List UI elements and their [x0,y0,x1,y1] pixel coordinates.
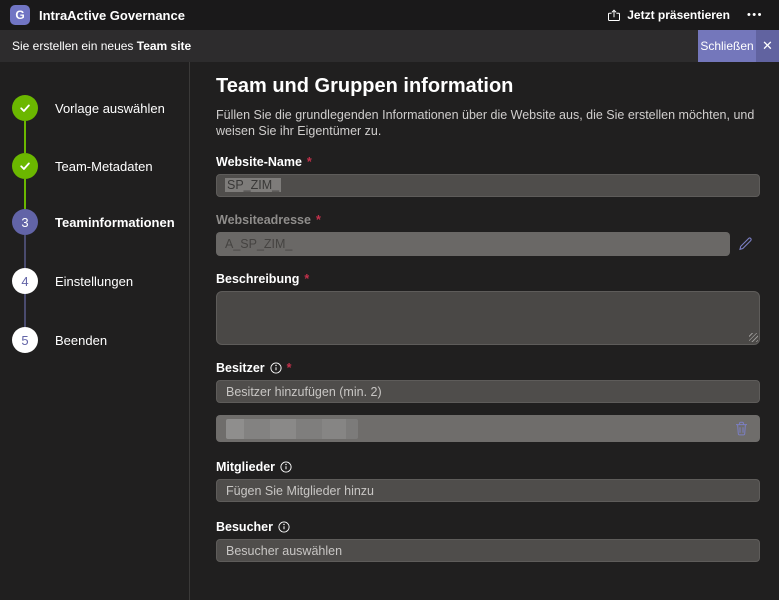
label-text: Mitglieder [216,460,275,474]
description-label: Beschreibung * [216,271,760,286]
creation-status-text: Sie erstellen ein neues Team site [0,39,191,53]
step-team-metadaten[interactable]: Team-Metadaten [0,153,153,179]
app-title: IntraActive Governance [39,8,185,23]
checkmark-icon [18,101,32,115]
info-icon [270,362,282,374]
visitors-label: Besucher [216,519,760,534]
present-label: Jetzt präsentieren [627,8,730,22]
step-number-circle: 5 [12,327,38,353]
step-label: Team-Metadaten [55,159,153,174]
wizard-steps-panel: Vorlage auswählen Team-Metadaten 3 Teami… [0,62,190,600]
step-beenden[interactable]: 5 Beenden [0,327,107,353]
step-connector [24,235,26,268]
app-logo-icon: G [10,5,30,25]
step-label: Einstellungen [55,274,133,289]
page-subtitle: Füllen Sie die grundlegenden Information… [216,108,760,139]
present-button[interactable]: Jetzt präsentieren [607,8,730,22]
required-asterisk: * [316,213,321,227]
required-asterisk: * [307,155,312,169]
field-members: Mitglieder [216,459,760,502]
label-text: Websiteadresse [216,213,311,227]
team-info-form: Team und Gruppen information Füllen Sie … [190,62,779,600]
page-title: Team und Gruppen information [216,75,760,97]
step-vorlage-auswaehlen[interactable]: Vorlage auswählen [0,95,165,121]
website-address-row [216,227,760,256]
label-text: Besitzer [216,361,265,375]
members-label: Mitglieder [216,459,760,474]
step-label: Teaminformationen [55,215,175,230]
visitors-input[interactable] [216,539,760,562]
edit-address-button[interactable] [730,232,760,256]
label-text: Beschreibung [216,272,299,286]
trash-icon [735,421,748,436]
info-icon [280,461,292,473]
main-area: Vorlage auswählen Team-Metadaten 3 Teami… [0,62,779,600]
info-icon [278,521,290,533]
step-label: Beenden [55,333,107,348]
step-done-circle [12,153,38,179]
owner-list-item [216,415,760,442]
website-address-input [216,232,730,256]
step-teaminformationen[interactable]: 3 Teaminformationen [0,209,175,235]
members-input[interactable] [216,479,760,502]
description-textarea[interactable] [216,291,760,345]
tab-header-bar: Sie erstellen ein neues Team site Schlie… [0,30,779,62]
app-window: G IntraActive Governance Jetzt präsentie… [0,0,779,600]
pencil-icon [737,236,753,252]
step-number-circle: 4 [12,268,38,294]
creation-status-prefix: Sie erstellen ein neues [12,39,137,53]
close-icon[interactable]: ✕ [756,30,779,62]
selected-text: SP_ZIM_ [225,178,281,192]
step-label: Vorlage auswählen [55,101,165,116]
step-connector [24,294,26,327]
step-connector [24,179,26,209]
field-owners: Besitzer * [216,360,760,442]
field-website-name: Website-Name * SP_ZIM_ [216,154,760,197]
label-text: Besucher [216,520,273,534]
website-name-input[interactable]: SP_ZIM_ [216,174,760,197]
description-textarea-wrap [216,291,760,345]
owner-name-redacted [226,419,358,439]
step-number-circle: 3 [12,209,38,235]
step-done-circle [12,95,38,121]
remove-owner-button[interactable] [733,419,750,438]
owners-label: Besitzer * [216,360,760,375]
required-asterisk: * [304,272,309,286]
field-description: Beschreibung * [216,271,760,345]
label-text: Website-Name [216,155,302,169]
step-einstellungen[interactable]: 4 Einstellungen [0,268,133,294]
step-connector [24,121,26,153]
required-asterisk: * [287,361,292,375]
close-button[interactable]: Schließen [698,30,756,62]
field-website-address: Websiteadresse * [216,212,760,256]
field-visitors: Besucher [216,519,760,562]
checkmark-icon [18,159,32,173]
share-screen-icon [607,9,621,22]
owners-input[interactable] [216,380,760,403]
website-address-label: Websiteadresse * [216,212,760,227]
website-name-label: Website-Name * [216,154,760,169]
more-options-icon[interactable]: ••• [747,9,763,21]
title-bar: G IntraActive Governance Jetzt präsentie… [0,0,779,30]
creation-entity: Team site [137,39,191,53]
